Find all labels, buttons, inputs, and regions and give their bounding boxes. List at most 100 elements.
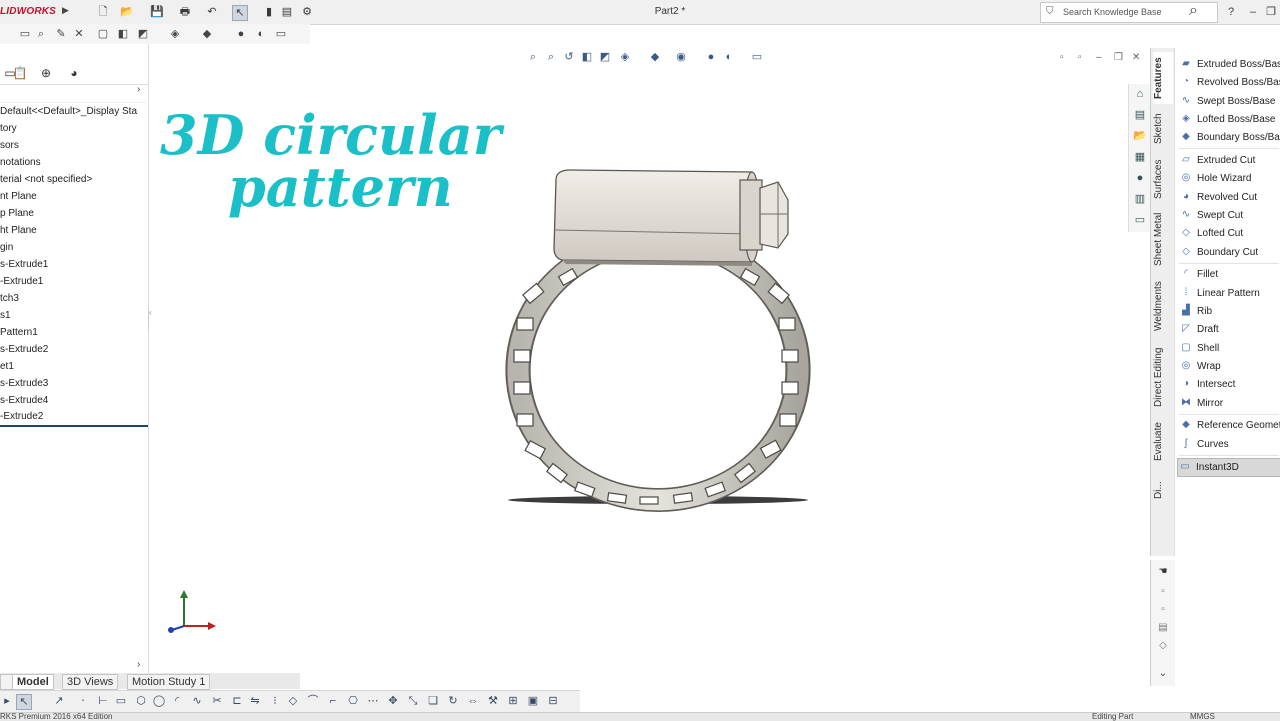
tree-item[interactable]: et1 — [0, 361, 14, 372]
hose-clamp-model[interactable] — [490, 160, 820, 520]
scene-icon[interactable]: ◐ — [254, 27, 268, 41]
custom-properties-icon[interactable]: ▥ — [1132, 191, 1148, 207]
options-gear-icon[interactable]: ⚙ — [300, 5, 314, 19]
help-icon[interactable]: ? — [1224, 5, 1238, 19]
document-restore-icon[interactable]: ❐ — [1114, 52, 1123, 63]
view-settings-icon[interactable]: ▭ — [750, 50, 764, 64]
fillet-tool-icon[interactable]: ⌒ — [306, 694, 320, 708]
tree-item[interactable]: nt Plane — [0, 191, 37, 202]
revolved-boss-base-button[interactable]: ◔Revolved Boss/Base — [1179, 74, 1280, 91]
save-icon[interactable]: 💾 — [150, 5, 164, 19]
instant3d-button[interactable]: ▭ Instant3D — [1177, 458, 1280, 477]
monitor-icon[interactable]: ▭ — [274, 27, 288, 41]
section-view-icon[interactable]: ◧ — [580, 50, 594, 64]
stretch-tool-icon[interactable]: ⇔ — [466, 694, 480, 708]
shell-button[interactable]: ▢ Shell — [1179, 340, 1280, 357]
zoom-to-fit-icon[interactable]: ⌕ — [526, 50, 540, 64]
previous-view-icon[interactable]: ↺ — [562, 50, 576, 64]
offset-tool-icon[interactable]: ⊏ — [230, 694, 244, 708]
panel-splitter[interactable]: ‹ — [148, 308, 155, 330]
feature-tree-filter[interactable] — [0, 84, 146, 103]
sketch-picture-icon[interactable]: ▣ — [526, 694, 540, 708]
tree-item[interactable]: tory — [0, 123, 17, 134]
tree-item[interactable]: Pattern1 — [0, 327, 38, 338]
tree-item[interactable]: s-Extrude4 — [0, 395, 48, 406]
point-tool-icon[interactable]: ⋅ — [76, 694, 90, 708]
rectangle-tool-icon[interactable]: ▭ — [114, 694, 128, 708]
draft-button[interactable]: ◸ Draft — [1179, 321, 1280, 338]
minimize-window-icon[interactable]: – — [1246, 5, 1260, 19]
panel-scroll-chevron-icon[interactable]: › — [137, 659, 140, 670]
reference-geometry-button[interactable]: ◆Reference Geometry — [1179, 417, 1280, 434]
cursor-tool-icon[interactable]: ↗ — [52, 694, 66, 708]
tab-sketch[interactable]: Sketch — [1153, 108, 1173, 150]
boundary-boss-base-button[interactable]: ◆Boundary Boss/Base — [1179, 129, 1280, 146]
select-tool-icon[interactable]: ↖ — [16, 694, 32, 710]
tree-item[interactable]: Default<<Default>_Display Sta — [0, 106, 137, 117]
display-manager-tab-icon[interactable]: ◕ — [64, 64, 84, 82]
tree-item[interactable]: s1 — [0, 310, 11, 321]
tab-weldments[interactable]: Weldments — [1153, 276, 1173, 336]
select-arrow-icon[interactable]: ↖ — [232, 5, 248, 21]
toolbar-flyout-icon[interactable]: ▸ — [0, 694, 14, 708]
document-close-icon[interactable]: ✕ — [1132, 52, 1140, 63]
file-explorer-icon[interactable]: 📂 — [1132, 128, 1148, 144]
tree-item[interactable]: tch3 — [0, 293, 19, 304]
property-manager-tab-icon[interactable]: 📋 — [10, 64, 30, 82]
swept-cut-button[interactable]: ∿ Swept Cut — [1179, 207, 1280, 224]
print-icon[interactable]: 🖶 — [178, 5, 192, 19]
rib-button[interactable]: ▟ Rib — [1179, 303, 1280, 320]
tree-item[interactable]: gin — [0, 242, 13, 253]
tree-item[interactable]: s-Extrude1 — [0, 259, 48, 270]
display-style-icon[interactable]: ◆ — [648, 50, 662, 64]
view-orientation-icon[interactable]: ◈ — [618, 50, 632, 64]
linear-pattern-button[interactable]: ⁞ Linear Pattern — [1179, 285, 1280, 302]
repair-tool-icon[interactable]: ⚒ — [486, 694, 500, 708]
configuration-manager-tab-icon[interactable]: ⊕ — [36, 64, 56, 82]
tab-motion-study-1[interactable]: Motion Study 1 — [127, 674, 211, 690]
undo-icon[interactable]: ↶ — [205, 5, 219, 19]
expand-down-chevron-icon[interactable]: ⌄ — [1156, 668, 1170, 682]
view-orientation-icon[interactable]: ◈ — [168, 27, 182, 41]
hole-wizard-button[interactable]: ◎ Hole Wizard — [1179, 170, 1280, 187]
apply-scene-icon[interactable]: ◐ — [722, 50, 736, 64]
document-minimize-icon[interactable]: – — [1096, 52, 1102, 63]
search-scope-icon[interactable]: ⛉ — [1046, 6, 1054, 17]
tree-item[interactable]: s-Extrude3 — [0, 378, 48, 389]
quick-snap-icon[interactable]: ⊞ — [506, 694, 520, 708]
tab-features[interactable]: Features — [1153, 52, 1173, 104]
curves-button[interactable]: ∫ Curves — [1179, 436, 1280, 453]
restore-window-icon[interactable]: ❐ — [1264, 5, 1278, 19]
extruded-boss-base-button[interactable]: ▰ Extruded Boss/Base — [1179, 56, 1280, 73]
zoom-search-icon[interactable]: ⌕ — [34, 27, 48, 41]
search-icon[interactable]: ⌕ — [1189, 2, 1198, 20]
edit-appearance-icon[interactable]: ● — [704, 50, 718, 64]
tree-item[interactable]: -Extrude2 — [0, 411, 43, 422]
search-input[interactable]: Search Knowledge Base — [1063, 7, 1162, 17]
lofted-cut-button[interactable]: ◇ Lofted Cut — [1179, 225, 1280, 242]
tree-item[interactable]: sors — [0, 140, 19, 151]
pointer-hand-icon[interactable]: ☚ — [1156, 566, 1170, 580]
mirror-tool-icon[interactable]: ⇋ — [248, 694, 262, 708]
arc-tool-icon[interactable]: ◜ — [170, 694, 184, 708]
resources-icon[interactable]: ▤ — [1132, 107, 1148, 123]
appearance-icon[interactable]: ● — [234, 27, 248, 41]
swept-boss-base-button[interactable]: ∿ Swept Boss/Base — [1179, 93, 1280, 110]
tools-icon[interactable]: ✕ — [72, 27, 86, 41]
chamfer-tool-icon[interactable]: ⌐ — [326, 694, 340, 708]
relation-tool-icon[interactable]: ◇ — [286, 694, 300, 708]
appearances-icon[interactable]: ● — [1132, 170, 1148, 186]
home-icon[interactable]: ⌂ — [1132, 86, 1148, 102]
viewport-split-icon[interactable]: ▫ — [1060, 52, 1064, 63]
file-properties-icon[interactable]: ▤ — [280, 5, 294, 19]
tab-3d-views[interactable]: 3D Views — [62, 674, 119, 690]
section-view-icon[interactable]: ◩ — [136, 27, 150, 41]
boundary-cut-button[interactable]: ◇ Boundary Cut — [1179, 244, 1280, 261]
view-box-icon[interactable]: ◧ — [116, 27, 130, 41]
fillet-button[interactable]: ◜ Fillet — [1179, 266, 1280, 283]
lofted-boss-base-button[interactable]: ◈ Lofted Boss/Base — [1179, 111, 1280, 128]
solidworks-logo[interactable]: LIDWORKS — [0, 6, 56, 17]
rotate-tool-icon[interactable]: ↻ — [446, 694, 460, 708]
viewport-tile-icon[interactable]: ▫ — [1078, 52, 1082, 63]
rebuild-icon[interactable]: ▮ — [262, 5, 276, 19]
